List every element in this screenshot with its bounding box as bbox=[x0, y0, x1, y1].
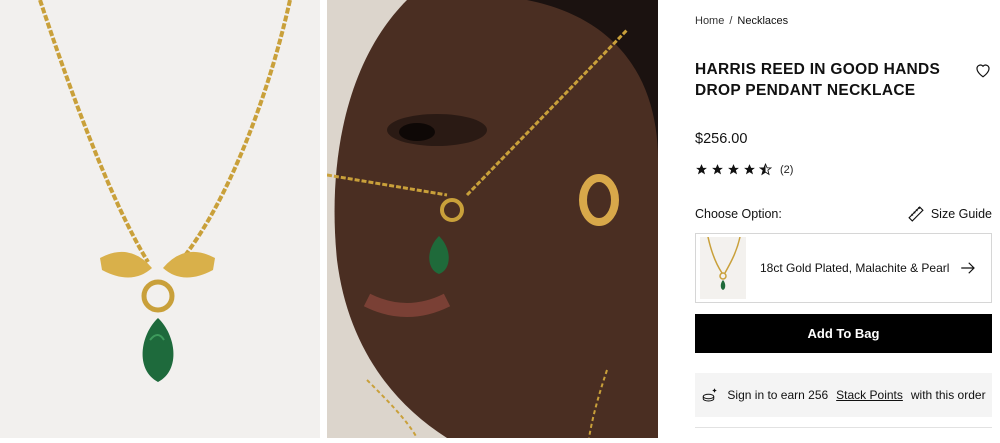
product-info-panel: Home / Necklaces HARRIS REED IN GOOD HAN… bbox=[695, 0, 992, 443]
choose-option-label: Choose Option: bbox=[695, 207, 782, 221]
product-image-model[interactable] bbox=[327, 0, 658, 438]
breadcrumb-home-link[interactable]: Home bbox=[695, 15, 724, 27]
breadcrumb: Home / Necklaces bbox=[695, 15, 788, 27]
product-rating[interactable]: (2) bbox=[695, 163, 793, 176]
variant-thumbnail bbox=[700, 237, 746, 299]
variant-label: 18ct Gold Plated, Malachite & Pearl bbox=[760, 261, 950, 275]
star-half-icon bbox=[759, 163, 772, 176]
points-prefix: Sign in to earn 256 bbox=[727, 388, 829, 402]
star-full-icon bbox=[696, 164, 707, 175]
ruler-icon bbox=[908, 206, 924, 222]
coins-sparkle-icon bbox=[703, 388, 718, 402]
variant-selector[interactable]: 18ct Gold Plated, Malachite & Pearl bbox=[695, 233, 992, 303]
section-divider bbox=[695, 427, 992, 428]
breadcrumb-separator: / bbox=[729, 15, 733, 27]
product-image-main[interactable] bbox=[0, 0, 320, 438]
star-full-icon bbox=[728, 164, 739, 175]
review-count: (2) bbox=[780, 163, 794, 176]
star-rating-icons bbox=[695, 163, 772, 176]
stack-points-banner: Sign in to earn 256 Stack Points with th… bbox=[695, 373, 992, 417]
star-full-icon bbox=[712, 164, 723, 175]
stack-points-link[interactable]: Stack Points bbox=[836, 388, 903, 402]
product-gallery bbox=[0, 0, 658, 443]
arrow-right-icon bbox=[961, 262, 975, 274]
size-guide-label: Size Guide bbox=[930, 207, 992, 221]
product-price: $256.00 bbox=[695, 131, 748, 147]
wishlist-heart-icon[interactable] bbox=[974, 61, 992, 79]
add-to-bag-button[interactable]: Add To Bag bbox=[695, 314, 992, 353]
points-suffix: with this order bbox=[910, 388, 986, 402]
size-guide-link[interactable]: Size Guide bbox=[907, 205, 992, 223]
product-title: HARRIS REED IN GOOD HANDS DROP PENDANT N… bbox=[695, 61, 941, 99]
option-header: Choose Option: Size Guide bbox=[695, 205, 992, 223]
breadcrumb-necklaces-link[interactable]: Necklaces bbox=[737, 15, 788, 27]
star-full-icon bbox=[744, 164, 755, 175]
